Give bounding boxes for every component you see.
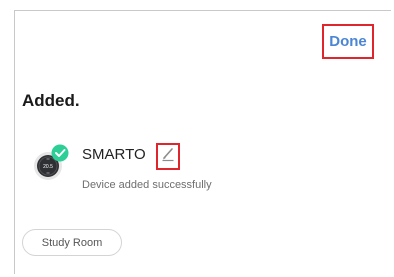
device-name: SMARTO [82,146,146,163]
edit-name-button[interactable] [156,143,180,170]
checkmark-icon [51,144,69,162]
status-message: Device added successfully [82,179,212,191]
thermostat-temp: 20.5 [43,164,53,170]
done-button[interactable]: Done [322,24,374,59]
thermostat-icon: 20.5 [32,144,70,182]
page-title: Added. [22,91,80,110]
pencil-icon [161,146,175,167]
room-chip[interactable]: Study Room [22,229,122,256]
